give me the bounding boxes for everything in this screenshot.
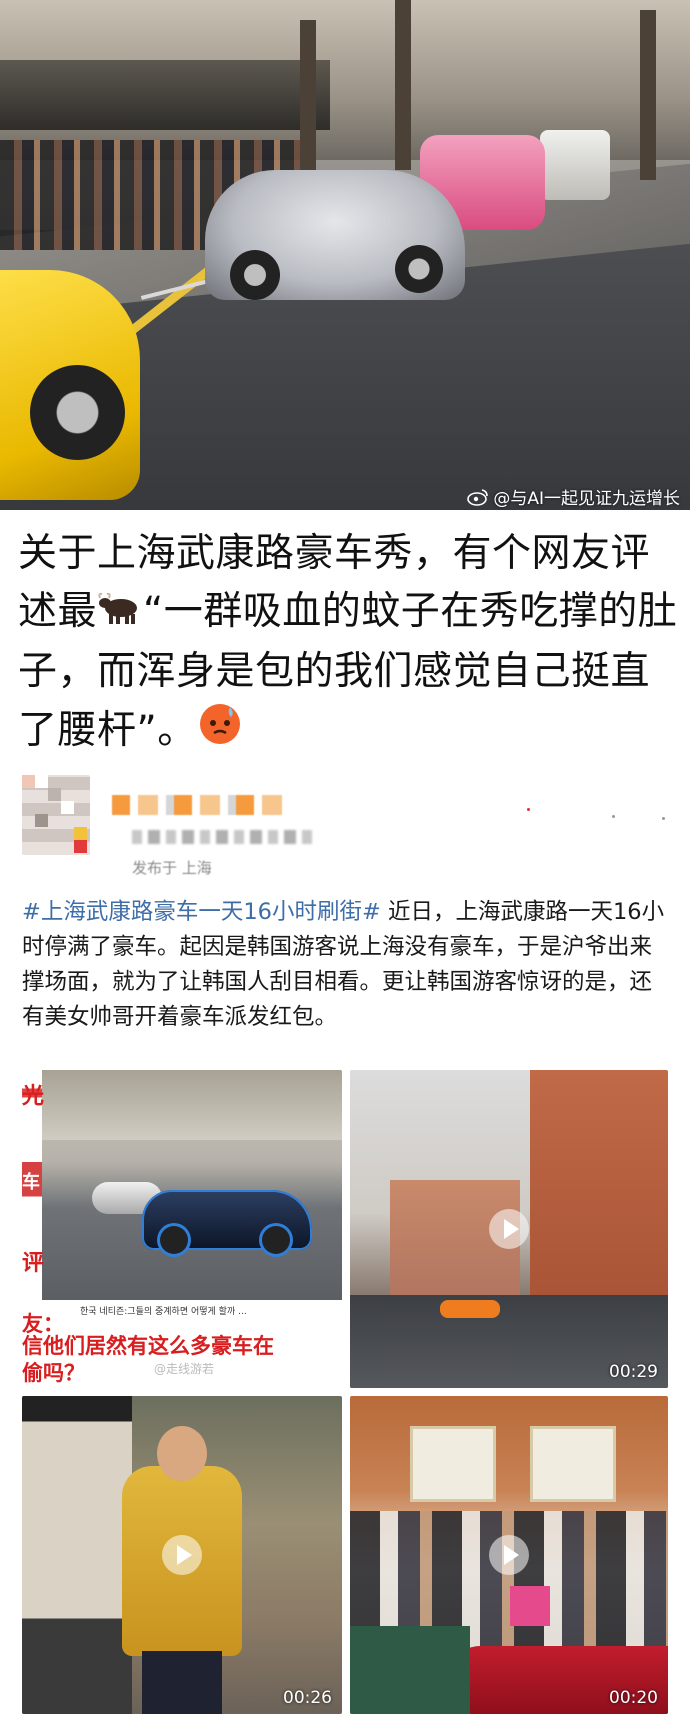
avatar-pixel	[48, 788, 61, 801]
media-image-1[interactable]: 光 车 评 한국 네티즌:그들의 중계하면 어떻게 할까 ... 友： 信他们居…	[22, 1070, 342, 1388]
tree-trunk	[395, 0, 411, 170]
overlay-text-line2: 信他们居然有这么多豪车在	[22, 1334, 274, 1358]
avatar-pixel	[74, 840, 87, 853]
blue-hypercar	[142, 1190, 312, 1254]
korean-subtitle: 한국 네티즌:그들의 중계하면 어떻게 할까 ...	[80, 1307, 247, 1317]
embedded-post-body: #上海武康路豪车一天16小时刷街# 近日，上海武康路一天16小时停满了豪车。起因…	[22, 895, 672, 1035]
tree-trunk	[300, 20, 316, 190]
avatar[interactable]	[22, 775, 90, 855]
photo-watermark: @与AI一起见证九运增长	[467, 484, 680, 509]
post-location: 发布于 上海	[132, 859, 212, 877]
post-meta-blurred	[132, 830, 312, 844]
play-icon[interactable]	[489, 1535, 529, 1575]
blur-artifact	[527, 808, 530, 811]
username-blurred[interactable]	[112, 795, 282, 815]
hero-photo[interactable]: @与AI一起见证九运增长	[0, 0, 690, 510]
pink-bag	[510, 1586, 550, 1626]
white-truck	[540, 130, 610, 200]
worried-face-emoji	[197, 701, 243, 764]
weibo-icon	[467, 488, 489, 506]
wheel	[262, 1226, 290, 1254]
media-video-2[interactable]: 00:29	[350, 1070, 668, 1388]
dark-trousers	[142, 1651, 222, 1714]
embedded-post-header: 发布于 上海	[22, 775, 672, 885]
video-duration: 00:20	[609, 1688, 658, 1708]
video-duration: 00:29	[609, 1362, 658, 1382]
green-car	[350, 1626, 470, 1714]
play-icon[interactable]	[489, 1209, 529, 1249]
silver-sports-car	[205, 170, 465, 300]
media-video-4[interactable]: 00:20	[350, 1396, 668, 1714]
trees-background	[42, 1070, 342, 1140]
blur-artifact	[612, 815, 615, 818]
overlay-text-line3: 偷吗？	[22, 1361, 85, 1385]
hashtag-link[interactable]: #上海武康路豪车一天16小时刷街#	[22, 899, 381, 925]
wheel	[230, 250, 280, 300]
overlay-char: 车	[22, 1172, 40, 1193]
image-watermark: @走线游若	[154, 1362, 215, 1376]
ox-emoji	[97, 585, 143, 643]
post-caption: 关于上海武康路豪车秀，有个网友评述最 “一群吸血的蚊子在秀吃撑的肚子，而浑身是包…	[18, 525, 678, 764]
watermark-text: @与AI一起见证九运增长	[493, 489, 680, 509]
brick-building	[530, 1070, 668, 1300]
shop-awning	[0, 60, 330, 130]
face	[157, 1426, 207, 1481]
overlay-char: 光	[22, 1084, 45, 1109]
wheel	[160, 1226, 188, 1254]
orange-car	[440, 1300, 500, 1318]
shop-window	[22, 1396, 132, 1714]
shop-window	[410, 1426, 496, 1502]
blur-artifact	[662, 817, 665, 820]
wheel	[395, 245, 443, 293]
wheel	[30, 365, 125, 460]
overlay-char: 评	[22, 1251, 45, 1276]
shop-window	[530, 1426, 616, 1502]
street-scene	[42, 1070, 342, 1300]
media-video-3[interactable]: 00:26	[22, 1396, 342, 1714]
play-icon[interactable]	[162, 1535, 202, 1575]
yellow-sports-car	[0, 270, 140, 500]
tree-trunk	[640, 10, 656, 180]
avatar-pixel	[35, 775, 48, 788]
avatar-pixel	[61, 801, 74, 814]
avatar-pixel	[22, 775, 35, 788]
avatar-pixel	[74, 827, 87, 840]
video-duration: 00:26	[283, 1688, 332, 1708]
avatar-pixel	[35, 814, 48, 827]
